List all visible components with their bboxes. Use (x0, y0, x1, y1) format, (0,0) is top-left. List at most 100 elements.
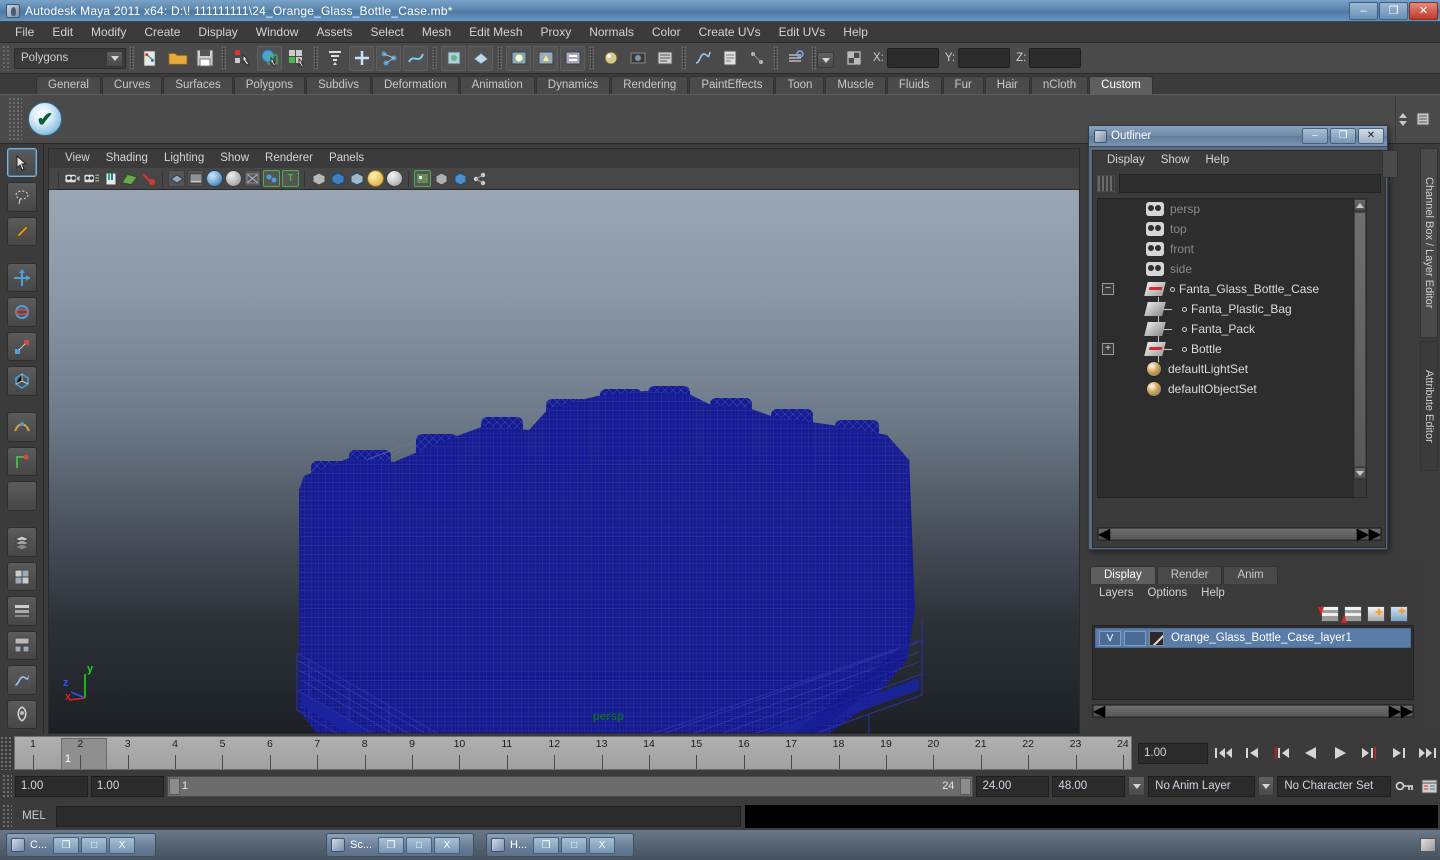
shelf-options-icon[interactable] (1410, 107, 1435, 132)
scale-tool[interactable] (6, 331, 37, 362)
tab-display-layers[interactable]: Display (1090, 566, 1156, 584)
menu-set-selector[interactable]: Polygons (14, 47, 126, 69)
minimize-button[interactable]: – (1349, 1, 1378, 20)
open-scene-icon[interactable] (165, 46, 190, 71)
keyframe-icon[interactable] (140, 170, 157, 187)
layer-row[interactable]: V Orange_Glass_Bottle_Case_layer1 (1095, 628, 1411, 648)
resolution-gate-icon[interactable] (367, 170, 384, 187)
minimized-window-hypershade[interactable]: H... ❐ □ X (486, 833, 634, 857)
viewport-cube-icon[interactable] (433, 170, 450, 187)
outliner-item-fanta-pack[interactable]: Fanta_Pack (1098, 319, 1365, 339)
layout-four-view[interactable] (6, 527, 37, 557)
open-render-view-icon[interactable] (625, 46, 650, 71)
layer-playback-toggle[interactable] (1124, 630, 1146, 646)
outliner-item-defaultobjectset[interactable]: defaultObjectSet (1098, 379, 1365, 399)
maximize-button[interactable]: □ (406, 836, 433, 854)
range-start-time-input[interactable]: 1.00 (90, 775, 164, 797)
y-coord-input[interactable] (958, 48, 1011, 68)
animation-start-time-input[interactable]: 1.00 (14, 775, 88, 797)
filter-icon[interactable] (1097, 174, 1115, 192)
maximize-button[interactable]: □ (81, 836, 108, 854)
snap-to-curve-icon[interactable] (349, 45, 374, 71)
time-slider[interactable]: 1 1 2 3 4 5 6 7 8 9 10 11 12 13 14 15 16 17 18 19 20 21 22 23 2… (13, 736, 1132, 770)
last-tool-used[interactable] (6, 481, 37, 511)
image-plane-icon[interactable] (121, 170, 138, 187)
anim-layer-selector[interactable]: No Anim Layer (1148, 775, 1255, 797)
universal-manipulator-tool[interactable] (6, 366, 37, 396)
open-graph-editor-icon[interactable] (690, 46, 715, 71)
menu-proxy[interactable]: Proxy (532, 23, 581, 42)
menu-create-uvs[interactable]: Create UVs (690, 23, 770, 42)
step-forward-frame-button[interactable] (1385, 741, 1411, 765)
restore-button[interactable]: ❐ (533, 836, 560, 854)
menu-create[interactable]: Create (135, 23, 189, 42)
animation-preferences-icon[interactable] (1418, 776, 1440, 797)
use-all-lights-icon[interactable] (244, 170, 261, 187)
step-back-key-button[interactable] (1269, 741, 1295, 765)
animation-end-time-input[interactable]: 48.00 (1052, 775, 1126, 797)
scroll-left-icon[interactable]: ◀ (1098, 526, 1110, 543)
grid-toggle-icon[interactable] (329, 170, 346, 187)
menu-window[interactable]: Window (247, 23, 308, 42)
outliner-item-top[interactable]: top (1098, 219, 1365, 239)
shelf-tab-fluids[interactable]: Fluids (886, 76, 942, 94)
shelf-tab-toon[interactable]: Toon (775, 76, 825, 94)
layer-list-horizontal-scrollbar[interactable]: ◀ ▶ ▶ (1092, 703, 1414, 720)
scroll-right-icon[interactable]: ▶ (1389, 703, 1401, 720)
hardware-texturing-icon[interactable] (225, 170, 242, 187)
film-gate-icon[interactable] (348, 170, 365, 187)
menu-normals[interactable]: Normals (580, 23, 643, 42)
layout-outliner-persp[interactable] (6, 596, 37, 626)
move-tool[interactable] (6, 263, 37, 293)
viewport-menu-shading[interactable]: Shading (98, 150, 156, 167)
scrollbar-thumb[interactable] (1354, 212, 1366, 467)
viewport-menu-panels[interactable]: Panels (321, 150, 372, 167)
shelf-tab-muscle[interactable]: Muscle (825, 76, 886, 94)
shelf-tab-rendering[interactable]: Rendering (611, 76, 689, 94)
layout-hypergraph-persp[interactable] (6, 630, 37, 661)
command-line-grip[interactable] (2, 804, 12, 828)
collapse-toggle-icon[interactable]: − (1102, 283, 1114, 295)
close-button[interactable]: X (589, 836, 616, 854)
outliner-minimize-button[interactable]: – (1302, 128, 1328, 144)
time-slider-grip[interactable] (0, 736, 12, 770)
menu-select[interactable]: Select (361, 23, 412, 42)
chevron-up-icon[interactable] (1399, 113, 1407, 118)
checkmark-shelf-icon[interactable]: ✔ (28, 102, 62, 136)
viewport-menu-show[interactable]: Show (212, 150, 257, 167)
layout-persp-graph[interactable] (6, 665, 37, 695)
save-scene-icon[interactable] (192, 46, 217, 71)
menu-help[interactable]: Help (834, 23, 877, 42)
menu-color[interactable]: Color (643, 23, 690, 42)
exposure-icon[interactable] (386, 170, 403, 187)
isolate-select-icon[interactable] (310, 170, 327, 187)
coordinate-mode-icon[interactable] (841, 46, 866, 71)
range-slider-end-handle[interactable] (960, 777, 972, 795)
maximize-button[interactable]: ❐ (1379, 1, 1408, 20)
soft-modification-tool[interactable] (6, 412, 37, 442)
range-end-time-input[interactable]: 24.00 (976, 775, 1050, 797)
x-coord-input[interactable] (886, 48, 939, 68)
range-slider-grip[interactable] (2, 774, 12, 798)
show-manipulator-tool[interactable] (6, 446, 37, 477)
shelf-tab-general[interactable]: General (36, 76, 101, 94)
viewport-menu-renderer[interactable]: Renderer (257, 150, 321, 167)
outliner-search-input[interactable] (1119, 173, 1381, 193)
tab-attribute-editor[interactable]: Attribute Editor (1420, 341, 1438, 471)
layer-menu-layers[interactable]: Layers (1092, 585, 1141, 602)
current-frame-input[interactable]: 1.00 (1138, 742, 1208, 764)
shelf-tab-surfaces[interactable]: Surfaces (163, 76, 233, 94)
new-scene-icon[interactable] (138, 46, 163, 71)
close-button[interactable]: ✕ (1409, 1, 1438, 20)
render-current-frame-icon[interactable] (506, 45, 531, 71)
select-by-object-icon[interactable] (257, 45, 282, 71)
step-back-frame-button[interactable] (1240, 741, 1266, 765)
rotate-tool[interactable] (6, 297, 37, 327)
chevron-down-icon[interactable] (106, 50, 123, 67)
open-connection-editor-icon[interactable] (744, 46, 769, 71)
bookmarks-icon[interactable] (102, 170, 119, 187)
expand-toggle-icon[interactable]: + (1102, 343, 1114, 355)
chevron-down-icon[interactable] (1399, 121, 1407, 126)
shelf-tab-deformation[interactable]: Deformation (371, 76, 459, 94)
go-to-end-button[interactable] (1414, 741, 1440, 765)
